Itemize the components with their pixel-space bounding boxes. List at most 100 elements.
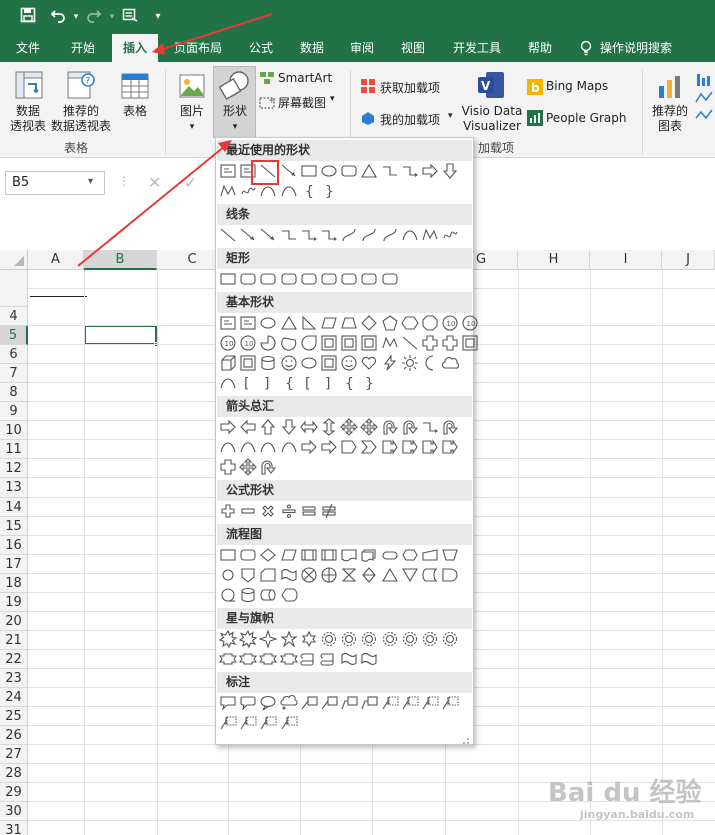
shape-cross-icon[interactable] [421, 334, 439, 352]
shape-starn-icon[interactable] [441, 630, 459, 648]
shape-uarrow-icon[interactable] [259, 418, 277, 436]
shape-ribbon-icon[interactable] [219, 650, 237, 668]
recommended-pivot-button[interactable]: 推荐的 数据透视表 [48, 104, 114, 134]
shape-frame-icon[interactable] [461, 334, 479, 352]
shape-callline2-icon[interactable] [360, 694, 378, 712]
shape-rrect-icon[interactable] [239, 270, 257, 288]
shape-starn-icon[interactable] [340, 630, 358, 648]
shape-quad-icon[interactable] [340, 418, 358, 436]
shape-burst-icon[interactable] [219, 630, 237, 648]
shape-arrowline-icon[interactable] [239, 226, 257, 244]
shape-rarrow-icon[interactable] [320, 438, 338, 456]
shape-prep-icon[interactable] [401, 546, 419, 564]
shape-smile-icon[interactable] [340, 354, 358, 372]
shape-tape-icon[interactable] [280, 566, 298, 584]
row-header-31[interactable]: 31 [0, 821, 28, 835]
row-header-19[interactable]: 19 [0, 593, 28, 612]
shape-brace-icon[interactable]: { [280, 374, 298, 392]
shape-bracket2-icon[interactable]: ] [259, 374, 277, 392]
shape-uturn-icon[interactable] [381, 418, 399, 436]
shape-manop-icon[interactable] [441, 546, 459, 564]
shape-star6-icon[interactable] [300, 630, 318, 648]
shape-elbow-icon[interactable] [280, 226, 298, 244]
shape-textbox-icon[interactable] [219, 162, 237, 180]
shape-decision-icon[interactable] [259, 546, 277, 564]
column-header-i[interactable]: I [590, 250, 662, 270]
shape-curve-icon[interactable] [219, 438, 237, 456]
row-header-17[interactable]: 17 [0, 555, 28, 574]
form-icon[interactable] [120, 7, 140, 27]
tab-formulas[interactable]: 公式 [240, 34, 282, 62]
shape-chevron-icon[interactable] [360, 438, 378, 456]
shape-offpage-icon[interactable] [239, 566, 257, 584]
people-graph-button[interactable]: People Graph [546, 111, 627, 125]
shape-callacc-icon[interactable] [401, 694, 419, 712]
shape-uturn-icon[interactable] [441, 418, 459, 436]
shape-bracket-icon[interactable]: [ [239, 374, 257, 392]
shape-tri-icon[interactable] [360, 162, 378, 180]
shape-callrect-icon[interactable] [219, 694, 237, 712]
shape-scurve-icon[interactable] [360, 226, 378, 244]
shape-para-icon[interactable] [320, 314, 338, 332]
tab-page-layout[interactable]: 页面布局 [170, 34, 226, 62]
row-header-14[interactable]: 14 [0, 498, 28, 517]
shape-curve-icon[interactable] [280, 438, 298, 456]
shape-collate-icon[interactable] [340, 566, 358, 584]
bing-maps-button[interactable]: Bing Maps [546, 79, 608, 93]
smartart-button[interactable]: SmartArt [278, 71, 332, 85]
shape-line-icon[interactable] [219, 226, 237, 244]
shape-trap-icon[interactable] [340, 314, 358, 332]
shape-callacc-icon[interactable] [441, 694, 459, 712]
shape-smile-icon[interactable] [280, 354, 298, 372]
shape-brace-icon[interactable]: { [340, 374, 358, 392]
shape-curve-icon[interactable] [280, 182, 298, 200]
shape-hexa-icon[interactable] [401, 314, 419, 332]
shape-callacc-icon[interactable] [421, 694, 439, 712]
shape-tri-icon[interactable] [280, 314, 298, 332]
shape-rect-icon[interactable] [219, 270, 237, 288]
row-header-20[interactable]: 20 [0, 612, 28, 631]
shape-udarrow-icon[interactable] [320, 418, 338, 436]
shape-scroll-icon[interactable] [320, 650, 338, 668]
shape-brace-icon[interactable]: { [300, 182, 318, 200]
shape-free-icon[interactable] [421, 226, 439, 244]
shape-term-icon[interactable] [381, 546, 399, 564]
shape-ribbon-icon[interactable] [239, 650, 258, 668]
shape-arrowline-icon[interactable] [259, 226, 277, 244]
shape-rrect-icon[interactable] [280, 270, 298, 288]
shape-sun-icon[interactable] [401, 354, 419, 372]
shape-scroll-icon[interactable] [300, 650, 318, 668]
shape-uturn-icon[interactable] [401, 418, 419, 436]
pivot-table-button[interactable]: 数据 透视表 [4, 104, 52, 134]
shape-manual-icon[interactable] [421, 546, 439, 564]
shape-curve-icon[interactable] [259, 438, 277, 456]
shape-chord-icon[interactable] [280, 334, 298, 352]
shape-free-icon[interactable] [219, 182, 237, 200]
shape-data-icon[interactable] [280, 546, 298, 564]
shapes-button[interactable]: 形状 [215, 104, 255, 119]
tab-insert[interactable]: 插入 [112, 34, 158, 62]
customize-icon[interactable]: ▾ [148, 7, 168, 27]
shape-rrect-icon[interactable] [300, 270, 318, 288]
shape-rrect-icon[interactable] [259, 270, 277, 288]
column-header-a[interactable]: A [28, 250, 84, 270]
resize-grip-icon[interactable] [462, 734, 470, 744]
shape-penta-icon[interactable] [381, 314, 399, 332]
shape-display-icon[interactable] [280, 586, 298, 604]
shape-arrowline-icon[interactable] [280, 162, 298, 180]
row-header-5[interactable]: 5 [0, 326, 28, 345]
screenshot-button[interactable]: 屏幕截图 [278, 94, 326, 111]
screenshot-dropdown-icon[interactable]: ▾ [330, 94, 335, 104]
tab-data[interactable]: 数据 [292, 34, 332, 62]
shape-circlenum-icon[interactable]: 10 [461, 314, 479, 332]
shape-disk-icon[interactable] [239, 586, 257, 604]
row-header-27[interactable]: 27 [0, 745, 28, 764]
undo-icon[interactable] [48, 7, 68, 27]
shape-sumj-icon[interactable] [300, 566, 318, 584]
row-header-16[interactable]: 16 [0, 536, 28, 555]
shape-delay-icon[interactable] [441, 566, 459, 584]
shape-callline2-icon[interactable] [340, 694, 358, 712]
tab-view[interactable]: 视图 [393, 34, 433, 62]
shape-neq-icon[interactable] [320, 502, 338, 520]
column-header-j[interactable]: J [662, 250, 715, 270]
